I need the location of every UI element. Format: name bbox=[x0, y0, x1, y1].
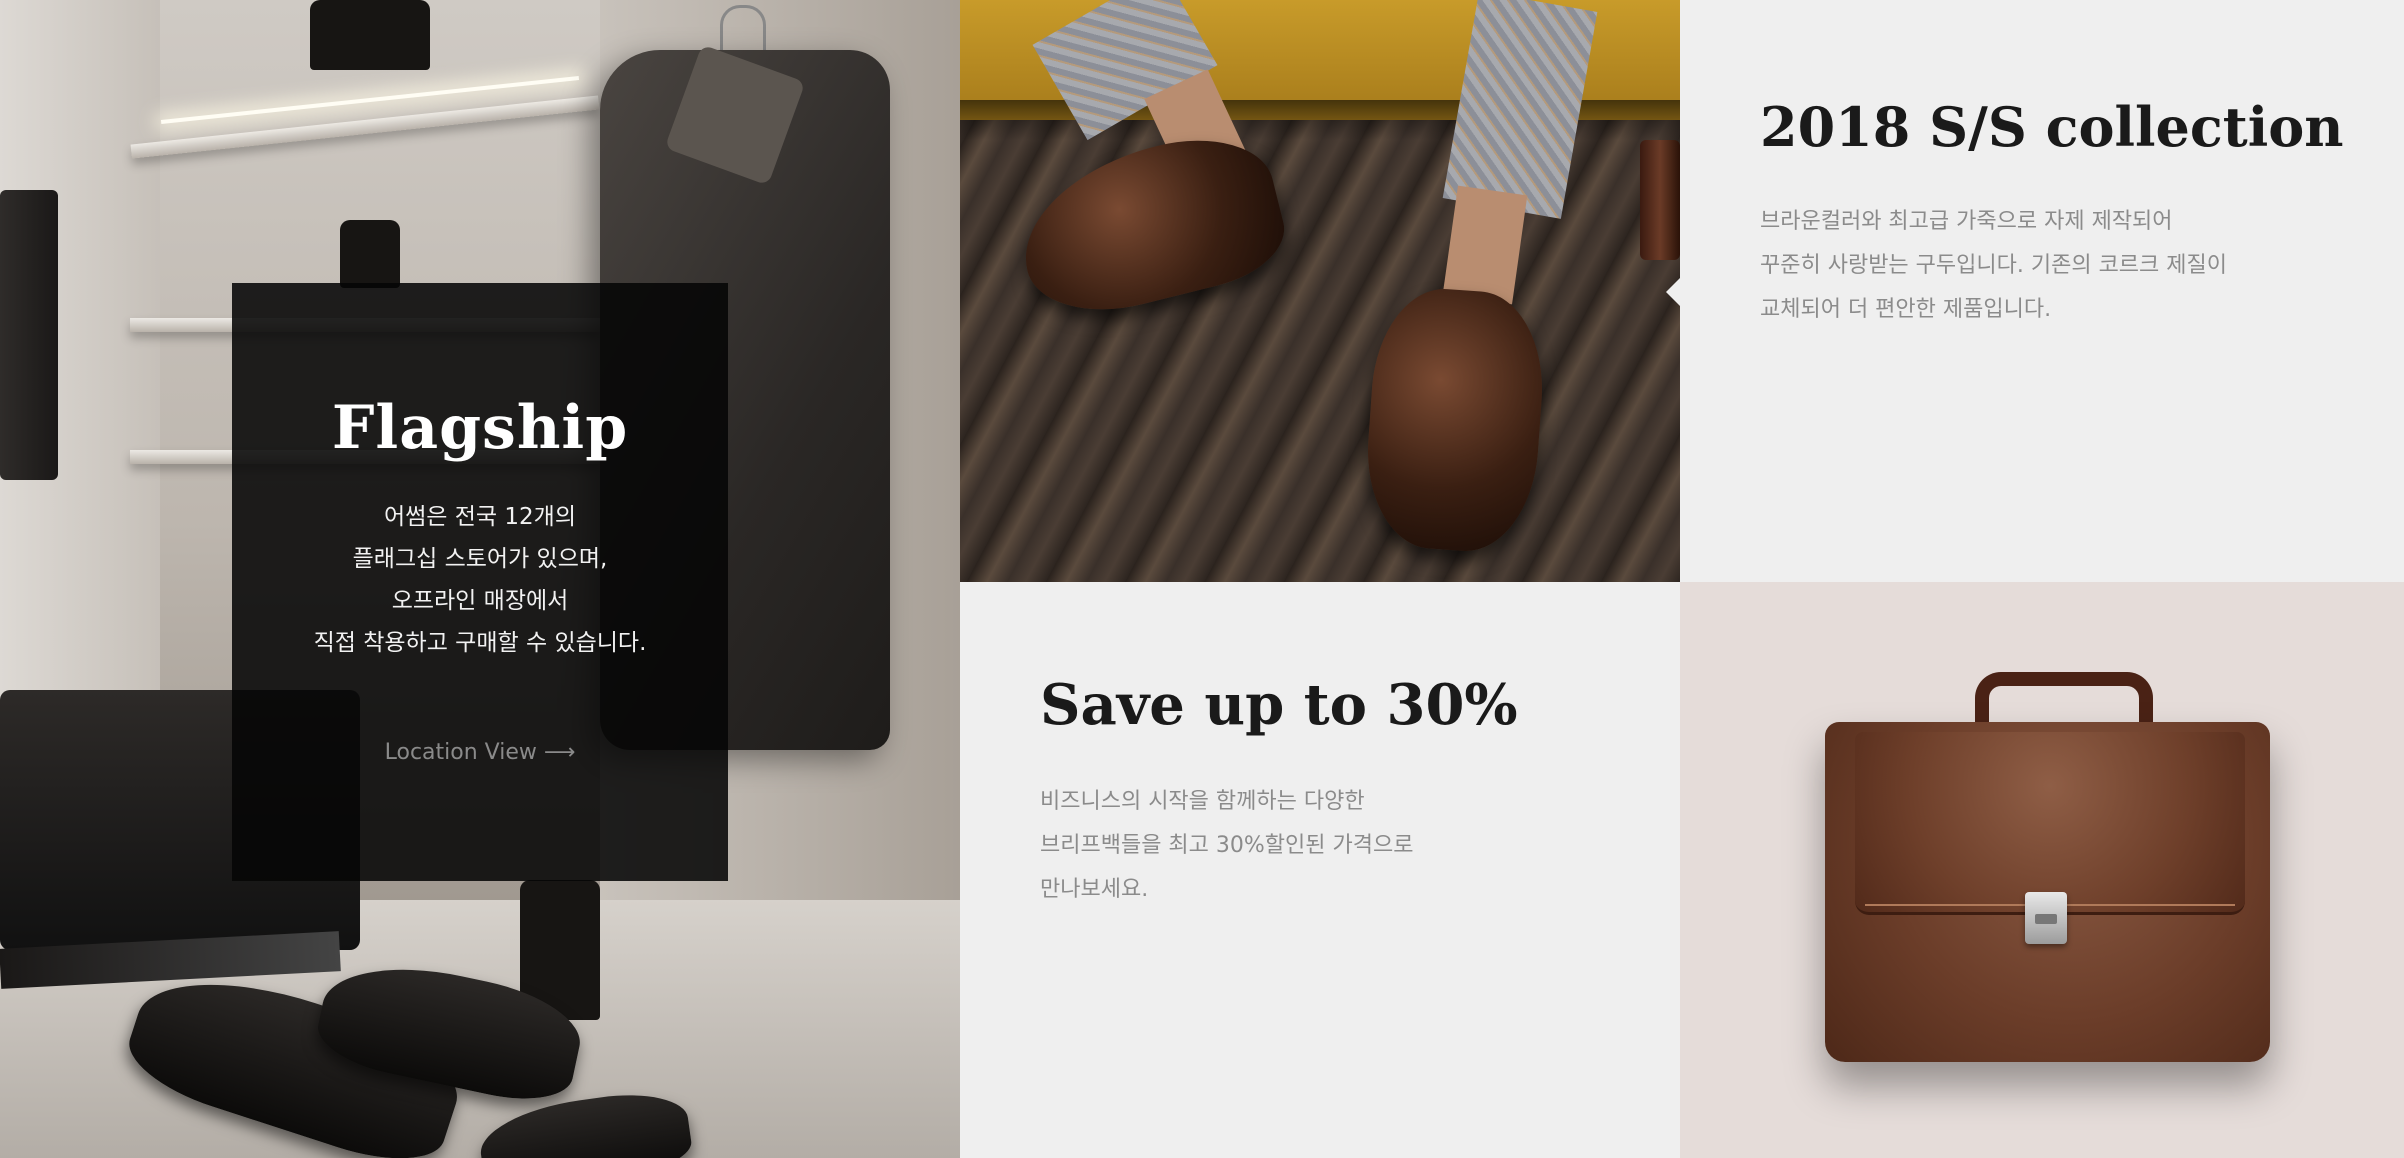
flagship-overlay: Flagship 어썸은 전국 12개의 플래그십 스토어가 있으며, 오프라인… bbox=[232, 283, 728, 881]
flagship-line: 플래그십 스토어가 있으며, bbox=[352, 546, 608, 572]
collection-line: 교체되어 더 편안한 제품입니다. bbox=[1760, 297, 2052, 322]
collection-description: 브라운컬러와 최고급 가죽으로 자제 제작되어 꾸준히 사랑받는 구두입니다. … bbox=[1760, 200, 2227, 332]
ankle bbox=[1442, 185, 1528, 305]
collection-title: 2018 S/S collection bbox=[1760, 95, 2344, 159]
brown-oxford-shoe bbox=[1361, 284, 1549, 556]
promo-grid: Flagship 어썸은 전국 12개의 플래그십 스토어가 있으며, 오프라인… bbox=[0, 0, 2404, 1158]
briefcase-flap bbox=[1855, 732, 2245, 915]
pointer-notch bbox=[1666, 276, 1682, 308]
brown-oxford-shoe bbox=[1005, 120, 1295, 330]
collection-line: 브라운컬러와 최고급 가죽으로 자제 제작되어 bbox=[1760, 209, 2173, 234]
brogue-shoes-photo bbox=[960, 0, 1680, 582]
sale-line: 비즈니스의 시작을 함께하는 다양한 bbox=[1040, 789, 1365, 814]
sale-description: 비즈니스의 시작을 함께하는 다양한 브리프백들을 최고 30%할인된 가격으로… bbox=[1040, 780, 1413, 912]
boot-on-shelf bbox=[340, 220, 400, 288]
sale-line: 브리프백들을 최고 30%할인된 가격으로 bbox=[1040, 833, 1414, 858]
flagship-line: 오프라인 매장에서 bbox=[391, 588, 569, 614]
sale-line: 만나보세요. bbox=[1040, 877, 1149, 902]
location-view-link[interactable]: Location View ⟶ bbox=[232, 740, 728, 765]
sale-card: Save up to 30% 비즈니스의 시작을 함께하는 다양한 브리프백들을… bbox=[960, 582, 1696, 1158]
sofa-leg bbox=[1640, 140, 1680, 260]
store-shelf bbox=[130, 95, 600, 159]
flagship-line: 직접 착용하고 구매할 수 있습니다. bbox=[313, 630, 647, 656]
sale-title: Save up to 30% bbox=[1040, 672, 1518, 738]
flagship-description: 어썸은 전국 12개의 플래그십 스토어가 있으며, 오프라인 매장에서 직접 … bbox=[232, 496, 728, 664]
collection-card: 2018 S/S collection 브라운컬러와 최고급 가죽으로 자제 제… bbox=[1666, 0, 2404, 582]
flagship-title: Flagship bbox=[331, 393, 629, 463]
flagship-line: 어썸은 전국 12개의 bbox=[383, 504, 576, 530]
briefcase-photo bbox=[1680, 582, 2404, 1158]
flagship-store-photo: Flagship 어썸은 전국 12개의 플래그십 스토어가 있으며, 오프라인… bbox=[0, 0, 960, 1158]
hanging-jacket bbox=[0, 190, 58, 480]
briefcase-lock bbox=[2025, 892, 2067, 944]
collection-line: 꾸준히 사랑받는 구두입니다. 기존의 코르크 제질이 bbox=[1760, 253, 2228, 278]
boot-on-shelf bbox=[310, 0, 430, 70]
